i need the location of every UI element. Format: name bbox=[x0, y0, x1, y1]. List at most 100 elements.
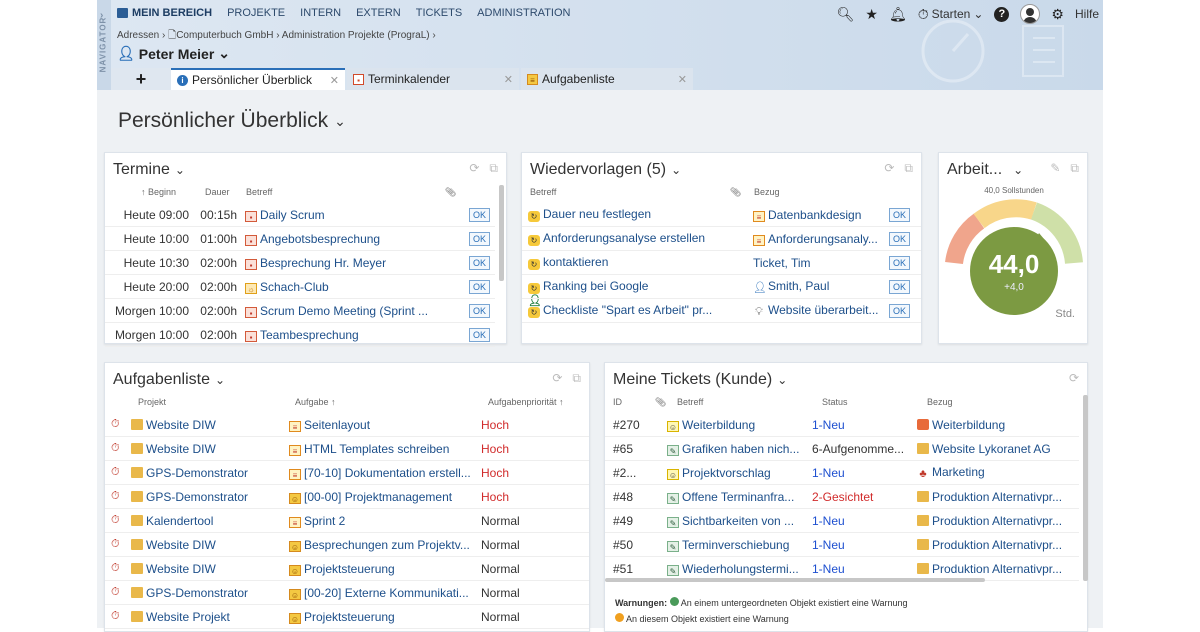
tab-aufgabenliste[interactable]: ≡ Aufgabenliste ✕ bbox=[521, 68, 693, 90]
table-row[interactable]: ↻ kontaktieren 👤︎ Ticket, Tim OK bbox=[522, 251, 921, 307]
external-link-icon[interactable]: ⧉ bbox=[904, 161, 913, 176]
table-row[interactable]: ⏱︎ GPS-Demonstrator ≡ [70-10] Dokumentation… bbox=[105, 461, 589, 485]
col-projekt[interactable]: Projekt bbox=[138, 397, 166, 407]
user-selector[interactable]: 👤︎ Peter Meier ⌄ bbox=[117, 45, 230, 62]
row-betreff[interactable]: ↻ Checkliste "Spart es Arbeit" pr... bbox=[522, 303, 747, 318]
start-menu[interactable]: ⏱︎ Starten ⌄ bbox=[918, 6, 984, 23]
table-row[interactable]: #65 ✎ Grafiken haben nich... 6-Aufgenomme..… bbox=[605, 437, 1079, 461]
col-dauer[interactable]: Dauer bbox=[205, 187, 230, 197]
nav-extern[interactable]: EXTERN bbox=[356, 7, 401, 19]
table-row[interactable]: #49 ✎ Sichtbarkeiten von ... 1-Neu Produktio… bbox=[605, 509, 1079, 533]
ok-button[interactable]: OK bbox=[469, 328, 491, 342]
external-link-icon[interactable]: ⧉ bbox=[572, 371, 581, 386]
row-projekt[interactable]: Kalendertool bbox=[131, 514, 289, 528]
row-betreff[interactable]: ✎ Grafiken haben nich... bbox=[667, 442, 812, 456]
avatar[interactable] bbox=[1020, 4, 1041, 24]
row-betreff[interactable]: ↻ Anforderungsanalyse erstellen bbox=[522, 231, 747, 246]
bell-icon[interactable]: 🔔︎ bbox=[889, 6, 907, 23]
nav-projekte[interactable]: PROJEKTE bbox=[227, 7, 285, 19]
external-link-icon[interactable]: ⧉ bbox=[489, 161, 498, 176]
breadcrumb-item[interactable]: Administration Projekte (PrograL) bbox=[282, 30, 430, 41]
table-row[interactable]: #48 ✎ Offene Terminanfra... 2-Gesichtet Prod… bbox=[605, 485, 1079, 509]
nav-intern[interactable]: INTERN bbox=[300, 7, 341, 19]
ok-button[interactable]: OK bbox=[469, 208, 491, 222]
row-bezug[interactable]: ≡ Datenbankdesign bbox=[747, 208, 887, 222]
row-betreff[interactable]: ▪ Besprechung Hr. Meyer bbox=[245, 256, 465, 270]
search-icon[interactable]: 🔍︎ bbox=[837, 6, 855, 23]
row-bezug[interactable]: Produktion Alternativpr... bbox=[917, 562, 1067, 576]
breadcrumb-item[interactable]: Adressen bbox=[117, 30, 159, 41]
row-betreff[interactable]: ↻ Ranking bei Google bbox=[522, 279, 747, 294]
ok-button[interactable]: OK bbox=[889, 208, 911, 222]
hscrollbar[interactable] bbox=[605, 578, 985, 582]
row-betreff[interactable]: ▪ Teambesprechung bbox=[245, 328, 465, 342]
ok-button[interactable]: OK bbox=[469, 256, 491, 270]
row-bezug[interactable]: Website Lykoranet AG bbox=[917, 442, 1067, 456]
table-row[interactable]: ↻ Dauer neu festlegen ≡ Datenbankdesign OK bbox=[522, 203, 921, 227]
star-icon[interactable]: ★ bbox=[865, 6, 878, 23]
tab-persoenlicher-ueberblick[interactable]: i Persönlicher Überblick ✕ bbox=[171, 68, 345, 90]
ok-button[interactable]: OK bbox=[469, 304, 491, 318]
table-row[interactable]: Morgen 10:00 02:00h ▪ Teambesprechung OK bbox=[105, 323, 495, 347]
table-row[interactable]: ⏱︎ Website DIW ≡ HTML Templates schreiben Ho… bbox=[105, 437, 589, 461]
row-aufgabe[interactable]: ☺ Projektsteuerung bbox=[289, 610, 481, 624]
table-row[interactable]: Heute 10:30 02:00h ▪ Besprechung Hr. Meyer O… bbox=[105, 251, 495, 275]
help-icon[interactable]: ? bbox=[994, 6, 1010, 22]
row-betreff[interactable]: ▪ Scrum Demo Meeting (Sprint ... bbox=[245, 304, 465, 318]
col-status[interactable]: Status bbox=[822, 397, 848, 407]
table-row[interactable]: ⏱︎ Website DIW ≡ Seitenlayout Hoch bbox=[105, 413, 589, 437]
row-betreff[interactable]: ✎ Wiederholungstermi... bbox=[667, 562, 812, 576]
row-aufgabe[interactable]: ☺ Projektsteuerung bbox=[289, 562, 481, 576]
col-prioritaet[interactable]: Aufgabenpriorität ↑ bbox=[488, 397, 564, 407]
row-bezug[interactable]: 👤︎Smith, Paul bbox=[747, 279, 887, 294]
table-row[interactable]: #270 ☺ Weiterbildung 1-Neu Weiterbildung bbox=[605, 413, 1079, 437]
arbeit-title[interactable]: Arbeit... ⌄ bbox=[947, 161, 1023, 179]
row-betreff[interactable]: ↻ Dauer neu festlegen bbox=[522, 207, 747, 222]
ok-button[interactable]: OK bbox=[889, 232, 911, 246]
page-title[interactable]: Persönlicher Überblick ⌄ bbox=[118, 109, 346, 133]
edit-icon[interactable]: ✎ bbox=[1050, 161, 1060, 176]
row-bezug[interactable]: ≡ Anforderungsanaly... bbox=[747, 232, 887, 246]
row-aufgabe[interactable]: ≡ Sprint 2 bbox=[289, 514, 481, 528]
row-bezug[interactable]: Produktion Alternativpr... bbox=[917, 538, 1067, 552]
row-betreff[interactable]: ↻ kontaktieren bbox=[522, 255, 747, 270]
navigator-strip[interactable]: › NAVIGATOR bbox=[97, 0, 111, 90]
refresh-icon[interactable]: ⟳ bbox=[884, 161, 894, 176]
scrollbar[interactable] bbox=[1083, 395, 1088, 581]
close-icon[interactable]: ✕ bbox=[330, 74, 339, 87]
row-aufgabe[interactable]: ☺ [00-00] Projektmanagement bbox=[289, 490, 481, 504]
table-row[interactable]: Heute 20:00 02:00h ☼ Schach-Club OK bbox=[105, 275, 495, 299]
nav-tickets[interactable]: TICKETS bbox=[416, 7, 462, 19]
table-row[interactable]: ↻ Checkliste "Spart es Arbeit" pr... 💡︎ Web… bbox=[522, 299, 921, 323]
row-bezug[interactable]: Produktion Alternativpr... bbox=[917, 514, 1067, 528]
table-row[interactable]: ⏱︎ Website Projekt ☺ Projektsteuerung Normal bbox=[105, 605, 589, 629]
external-link-icon[interactable]: ⧉ bbox=[1070, 161, 1079, 176]
table-row[interactable]: ⏱︎ Kalendertool ≡ Sprint 2 Normal bbox=[105, 509, 589, 533]
col-bezug[interactable]: Bezug bbox=[754, 187, 780, 197]
table-row[interactable]: ⏱︎ Website DIW ☺ Besprechungen zum Projektv… bbox=[105, 533, 589, 557]
ok-button[interactable]: OK bbox=[469, 280, 491, 294]
row-betreff[interactable]: ▪ Angebotsbesprechung bbox=[245, 232, 465, 246]
row-bezug[interactable]: 💡︎ Website überarbeit... bbox=[747, 303, 887, 318]
row-betreff[interactable]: ✎ Terminverschiebung bbox=[667, 538, 812, 552]
close-icon[interactable]: ✕ bbox=[504, 73, 513, 86]
col-betreff[interactable]: Betreff bbox=[677, 397, 703, 407]
row-projekt[interactable]: Website DIW bbox=[131, 538, 289, 552]
row-projekt[interactable]: Website DIW bbox=[131, 442, 289, 456]
row-bezug[interactable]: 👤︎ Ticket, Tim bbox=[528, 256, 887, 307]
table-row[interactable]: Heute 09:00 00:15h ▪ Daily Scrum OK bbox=[105, 203, 495, 227]
help-link[interactable]: Hilfe bbox=[1075, 7, 1099, 21]
table-row[interactable]: #50 ✎ Terminverschiebung 1-Neu Produktion Al… bbox=[605, 533, 1079, 557]
col-betreff[interactable]: Betreff bbox=[246, 187, 272, 197]
col-id[interactable]: ID bbox=[613, 397, 622, 407]
breadcrumb-item[interactable]: Computerbuch GmbH bbox=[176, 30, 273, 41]
col-bezug[interactable]: Bezug bbox=[927, 397, 953, 407]
table-row[interactable]: Heute 10:00 01:00h ▪ Angebotsbesprechung OK bbox=[105, 227, 495, 251]
table-row[interactable]: Morgen 10:00 02:00h ▪ Scrum Demo Meeting (S… bbox=[105, 299, 495, 323]
row-betreff[interactable]: ☼ Schach-Club bbox=[245, 280, 465, 294]
add-tab-button[interactable]: + bbox=[111, 68, 171, 90]
termine-title[interactable]: Termine ⌄ bbox=[113, 161, 185, 179]
row-betreff[interactable]: ✎ Offene Terminanfra... bbox=[667, 490, 812, 504]
row-aufgabe[interactable]: ≡ [70-10] Dokumentation erstell... bbox=[289, 466, 481, 480]
row-bezug[interactable]: Produktion Alternativpr... bbox=[917, 490, 1067, 504]
